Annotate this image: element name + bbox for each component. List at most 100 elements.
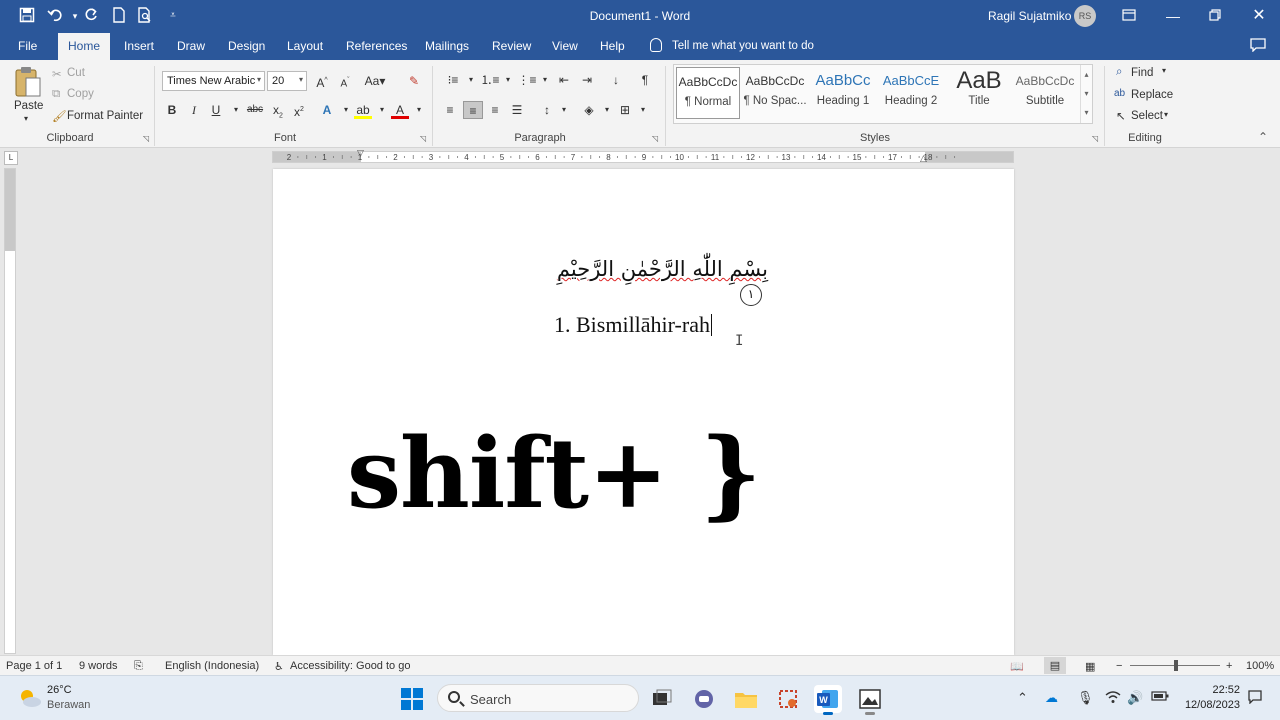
file-explorer-icon[interactable]: [732, 685, 760, 713]
clear-formatting-icon[interactable]: ✎: [405, 72, 423, 90]
weather-description[interactable]: Berawan: [47, 699, 90, 711]
read-mode-icon[interactable]: 📖: [1010, 660, 1024, 673]
tell-me-search[interactable]: Tell me what you want to do: [650, 38, 814, 52]
word-app-icon[interactable]: W: [814, 685, 842, 715]
document-page[interactable]: بِسْمِ اللّٰهِ الرَّحْمٰنِ الرَّحِيْمِ١ …: [273, 169, 1014, 655]
tab-draw[interactable]: Draw: [177, 39, 205, 53]
change-case-icon[interactable]: Aa▾: [364, 72, 386, 90]
italic-icon[interactable]: I: [185, 101, 203, 119]
weather-cloud-sun-icon[interactable]: [18, 687, 41, 709]
clock-date[interactable]: 12/08/2023: [1180, 699, 1240, 711]
show-hidden-icons-icon[interactable]: ⌃: [1017, 690, 1028, 706]
proofing-icon[interactable]: ⎘: [134, 660, 143, 673]
right-indent-marker[interactable]: △: [920, 153, 927, 164]
grow-font-icon[interactable]: A^: [313, 72, 331, 90]
task-view-icon[interactable]: [648, 685, 676, 713]
text-effects-dropdown-icon[interactable]: ▾: [337, 101, 355, 119]
paste-button[interactable]: Paste: [14, 100, 43, 112]
font-launcher-icon[interactable]: ◹: [420, 134, 426, 143]
tab-selector[interactable]: L: [4, 151, 18, 165]
web-layout-icon[interactable]: ▦: [1085, 660, 1095, 673]
volume-icon[interactable]: 🔊: [1127, 690, 1143, 706]
style-title[interactable]: AaB Title: [946, 67, 1012, 119]
tab-help[interactable]: Help: [600, 39, 625, 53]
styles-scroll[interactable]: ▴ ▾ ▾: [1080, 65, 1092, 123]
redo-icon[interactable]: [82, 7, 100, 25]
highlight-dropdown-icon[interactable]: ▾: [373, 101, 391, 119]
weather-temperature[interactable]: 26°C: [47, 684, 72, 696]
paragraph-launcher-icon[interactable]: ◹: [652, 134, 658, 143]
collapse-ribbon-icon[interactable]: ⌃: [1258, 130, 1268, 144]
clock-time[interactable]: 22:52: [1196, 684, 1240, 696]
font-color-dropdown-icon[interactable]: ▾: [410, 101, 428, 119]
align-right-icon[interactable]: ≡: [486, 101, 504, 119]
borders-dropdown-icon[interactable]: ▾: [634, 101, 652, 119]
select-button[interactable]: Select: [1131, 110, 1163, 122]
underline-icon[interactable]: U: [207, 101, 225, 119]
print-preview-icon[interactable]: [136, 7, 154, 25]
font-size-select[interactable]: 20 ▾: [267, 71, 307, 91]
new-document-icon[interactable]: [110, 7, 128, 25]
minimize-button[interactable]: —: [1158, 4, 1188, 28]
ribbon-display-options-icon[interactable]: [1114, 4, 1144, 28]
line-spacing-dropdown-icon[interactable]: ▾: [555, 101, 573, 119]
styles-launcher-icon[interactable]: ◹: [1092, 134, 1098, 143]
avatar[interactable]: RS: [1074, 5, 1096, 27]
copy-button[interactable]: Copy: [67, 88, 94, 100]
paste-dropdown-icon[interactable]: ▾: [24, 114, 28, 123]
transliteration-line[interactable]: 1. Bismillāhir-rah: [554, 312, 712, 338]
highlight-color-icon[interactable]: ab: [354, 101, 372, 119]
select-dropdown-icon[interactable]: ▾: [1164, 110, 1168, 119]
shading-icon[interactable]: ◈: [580, 101, 598, 119]
tab-layout[interactable]: Layout: [287, 39, 323, 53]
sort-icon[interactable]: ↓: [607, 71, 625, 89]
microphone-icon[interactable]: 🎙: [1077, 690, 1094, 706]
find-button[interactable]: Find: [1131, 67, 1153, 79]
close-button[interactable]: ✕: [1244, 4, 1274, 28]
zoom-out-icon[interactable]: −: [1116, 660, 1122, 672]
image-viewer-icon[interactable]: [856, 685, 884, 715]
style-heading-2[interactable]: AaBbCcE Heading 2: [878, 67, 944, 119]
find-dropdown-icon[interactable]: ▾: [1162, 66, 1166, 75]
tab-design[interactable]: Design: [228, 39, 265, 53]
tab-references[interactable]: References: [346, 39, 407, 53]
save-icon[interactable]: [18, 7, 36, 25]
borders-icon[interactable]: ⊞: [616, 101, 634, 119]
taskbar-search[interactable]: Search: [437, 684, 639, 712]
shrink-font-icon[interactable]: Aˇ: [336, 72, 354, 90]
style-heading-1[interactable]: AaBbCc Heading 1: [810, 67, 876, 119]
bold-icon[interactable]: B: [163, 101, 181, 119]
tab-review[interactable]: Review: [492, 39, 531, 53]
windows-start-icon[interactable]: [401, 688, 423, 710]
teams-chat-icon[interactable]: [690, 685, 718, 713]
style-subtitle[interactable]: AaBbCcDc Subtitle: [1012, 67, 1078, 119]
onedrive-icon[interactable]: ☁: [1045, 690, 1058, 706]
multilevel-dropdown-icon[interactable]: ▾: [536, 71, 554, 89]
shading-dropdown-icon[interactable]: ▾: [598, 101, 616, 119]
account-name[interactable]: Ragil Sujatmiko: [988, 9, 1071, 23]
language-indicator[interactable]: English (Indonesia): [165, 660, 259, 672]
style-normal[interactable]: AaBbCcDc ¶ Normal: [676, 67, 740, 119]
align-left-icon[interactable]: ≡: [441, 101, 459, 119]
font-color-icon[interactable]: A: [391, 101, 409, 119]
show-formatting-marks-icon[interactable]: ¶: [636, 71, 654, 89]
page-count[interactable]: Page 1 of 1: [6, 660, 62, 672]
strikethrough-icon[interactable]: abc: [244, 101, 266, 119]
vertical-ruler[interactable]: [4, 168, 16, 654]
clipboard-launcher-icon[interactable]: ◹: [143, 134, 149, 143]
decrease-indent-icon[interactable]: ⇤: [555, 71, 573, 89]
font-family-select[interactable]: Times New Arabic ▾: [162, 71, 265, 91]
word-count[interactable]: 9 words: [79, 660, 118, 672]
zoom-level[interactable]: 100%: [1246, 660, 1274, 672]
accessibility-status[interactable]: Accessibility: Good to go: [290, 660, 410, 672]
tab-file[interactable]: File: [18, 39, 37, 53]
arabic-verse[interactable]: بِسْمِ اللّٰهِ الرَّحْمٰنِ الرَّحِيْمِ ١: [538, 257, 768, 306]
line-spacing-icon[interactable]: ↕: [538, 101, 556, 119]
replace-button[interactable]: Replace: [1131, 89, 1173, 101]
tab-mailings[interactable]: Mailings: [425, 39, 469, 53]
text-effects-icon[interactable]: A: [318, 101, 336, 119]
paste-icon[interactable]: [14, 66, 44, 100]
battery-icon[interactable]: [1151, 690, 1169, 705]
increase-indent-icon[interactable]: ⇥: [578, 71, 596, 89]
restore-button[interactable]: [1200, 4, 1230, 28]
